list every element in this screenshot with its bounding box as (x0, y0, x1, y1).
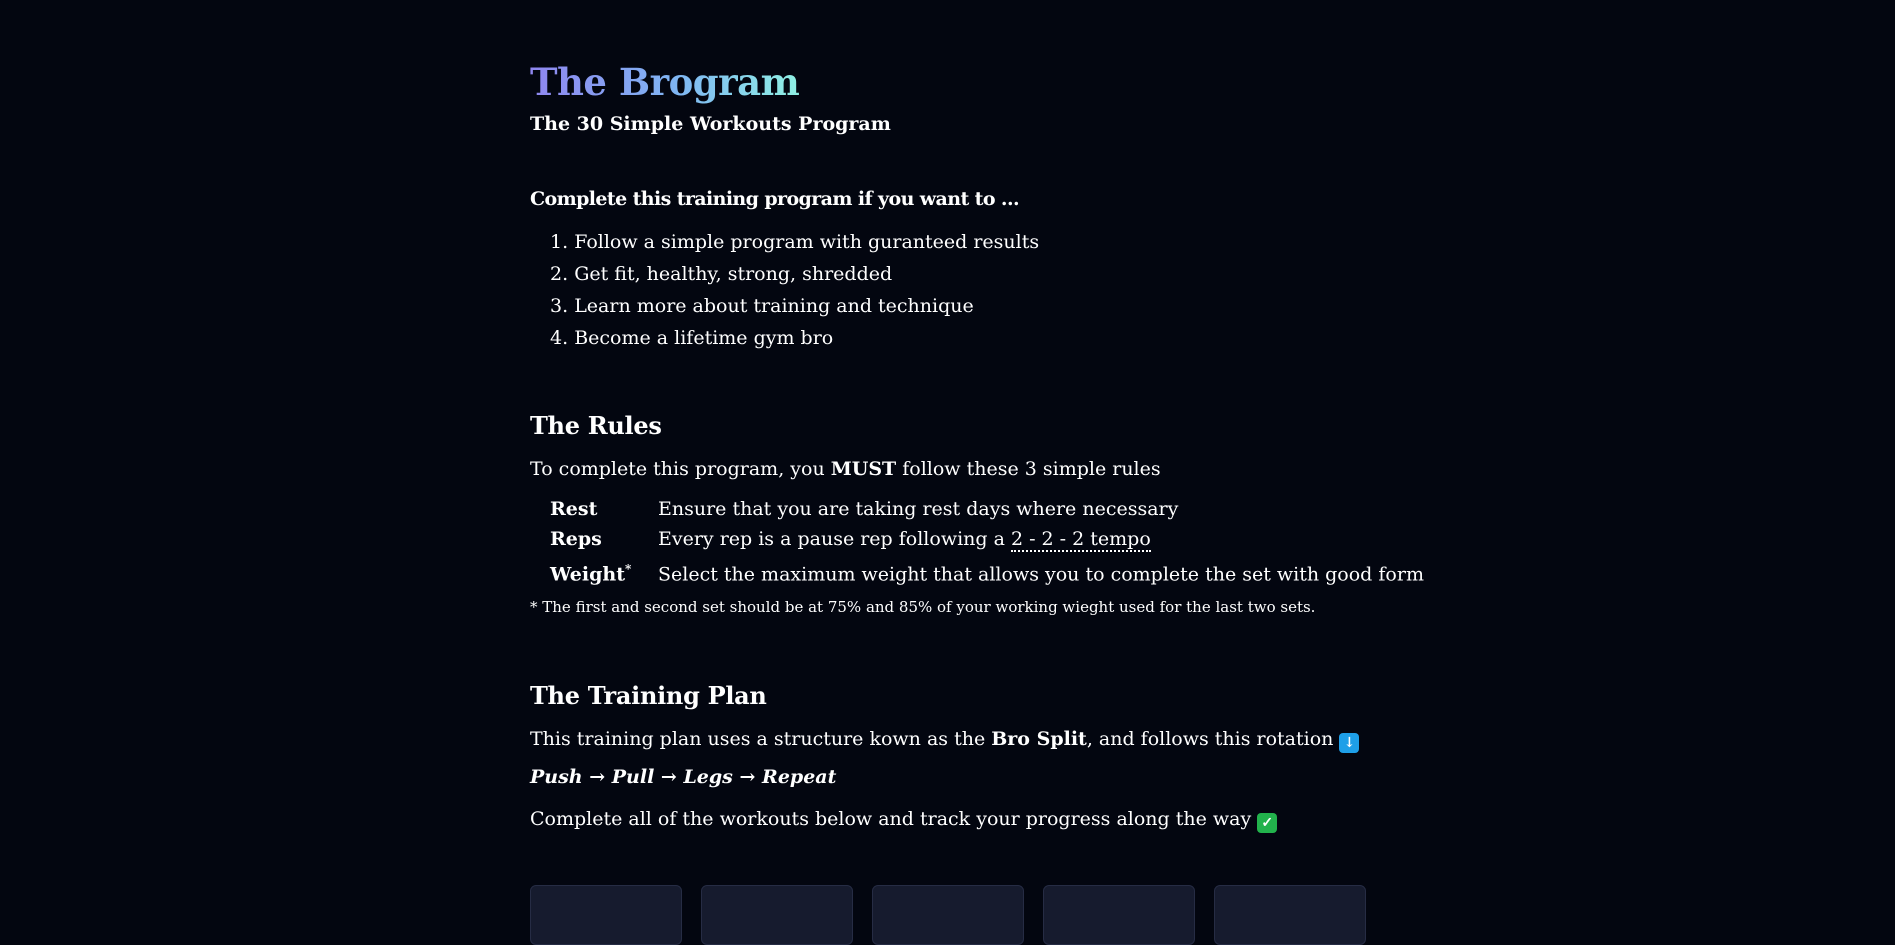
goal-number: 1. (550, 231, 569, 253)
workout-card[interactable] (530, 885, 682, 945)
down-arrow-icon: ↓ (1339, 733, 1360, 753)
rule-description: Every rep is a pause rep following a (658, 528, 1011, 550)
rules-heading: The Rules (530, 411, 662, 440)
bro-split-term: Bro Split (991, 728, 1087, 750)
rules-intro: To complete this program, you MUST follo… (530, 456, 1161, 482)
page-title: The Brogram (530, 60, 800, 104)
goal-text: Follow a simple program with guranteed r… (574, 231, 1040, 253)
workout-card[interactable] (701, 885, 853, 945)
rules-list: Rest Ensure that you are taking rest days… (550, 494, 1424, 586)
track-progress-text: Complete all of the workouts below and t… (530, 806, 1278, 833)
footnote-marker: * (624, 562, 632, 576)
tempo-tooltip-term[interactable]: 2 - 2 - 2 tempo (1010, 528, 1151, 552)
rule-row-rest: Rest Ensure that you are taking rest days… (550, 494, 1424, 524)
goal-text: Become a lifetime gym bro (574, 327, 834, 349)
goals-list: 1. Follow a simple program with gurantee… (550, 226, 1039, 354)
rules-footnote: * The first and second set should be at … (530, 598, 1316, 616)
rule-row-weight: Weight* Select the maximum weight that al… (550, 554, 1424, 586)
page-subtitle: The 30 Simple Workouts Program (530, 113, 891, 135)
rules-intro-text: To complete this program, you (530, 458, 831, 480)
intro-heading: Complete this training program if you wa… (530, 188, 1020, 210)
check-mark-icon: ✓ (1257, 813, 1278, 833)
plan-description: This training plan uses a structure kown… (530, 726, 1360, 753)
rule-name: Weight (550, 563, 625, 586)
track-progress-label: Complete all of the workouts below and t… (530, 808, 1258, 830)
goal-text: Get fit, healthy, strong, shredded (574, 263, 893, 285)
goal-number: 4. (550, 327, 569, 349)
goal-text: Learn more about training and technique (574, 295, 974, 317)
rules-intro-text-end: follow these 3 simple rules (896, 458, 1161, 480)
goal-number: 2. (550, 263, 569, 285)
rule-name: Rest (550, 498, 598, 520)
plan-description-text-end: , and follows this rotation (1086, 728, 1340, 750)
goal-number: 3. (550, 295, 569, 317)
training-plan-heading: The Training Plan (530, 681, 767, 710)
rotation-sequence: Push → Pull → Legs → Repeat (530, 766, 837, 788)
rules-intro-emphasis: MUST (830, 458, 897, 480)
rule-name: Reps (550, 528, 602, 550)
rule-row-reps: Reps Every rep is a pause rep following a… (550, 524, 1424, 554)
goal-item: 1. Follow a simple program with gurantee… (550, 226, 1039, 258)
workout-card[interactable] (1043, 885, 1195, 945)
rule-description: Select the maximum weight that allows yo… (658, 563, 1424, 586)
plan-description-text: This training plan uses a structure kown… (530, 728, 992, 750)
rule-name-wrap: Weight* (550, 554, 658, 589)
goal-item: 3. Learn more about training and techniq… (550, 290, 1039, 322)
workout-card[interactable] (872, 885, 1024, 945)
rule-description: Ensure that you are taking rest days whe… (658, 498, 1179, 520)
goal-item: 2. Get fit, healthy, strong, shredded (550, 258, 1039, 290)
goal-item: 4. Become a lifetime gym bro (550, 322, 1039, 354)
workout-card[interactable] (1214, 885, 1366, 945)
